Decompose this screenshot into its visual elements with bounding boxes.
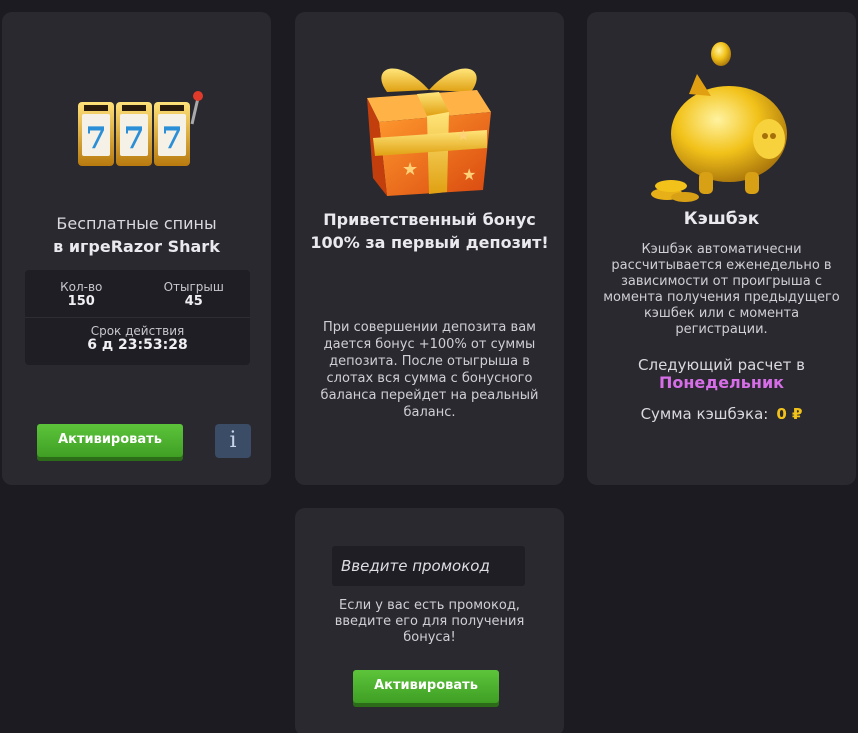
svg-text:★: ★	[457, 128, 470, 144]
promo-code-card: Если у вас есть промокод, введите его дл…	[295, 508, 564, 733]
svg-text:7: 7	[124, 121, 145, 156]
svg-text:7: 7	[162, 121, 183, 156]
svg-text:★: ★	[402, 159, 418, 180]
free-spins-title-line1: Бесплатные спины	[56, 214, 217, 233]
cashback-description: Кэшбэк автоматичесни рассчитывается ежен…	[603, 242, 840, 337]
promo-code-description: Если у вас есть промокод, введите его дл…	[334, 598, 525, 645]
free-spins-title: Бесплатные спины в игреRazor Shark	[2, 212, 271, 258]
spins-stats-box: Кол-во 150 Отыгрыш 45 Срок действия 6 д …	[25, 270, 250, 365]
spins-count-value: 150	[67, 294, 95, 309]
piggy-bank-icon	[649, 34, 797, 204]
activate-promo-button[interactable]: Активировать	[353, 670, 499, 703]
svg-text:★: ★	[462, 165, 476, 184]
wager-label: Отыгрыш	[163, 280, 224, 294]
wager-stat: Отыгрыш 45	[144, 280, 244, 309]
spins-count-stat: Кол-во 150	[31, 280, 131, 309]
info-button[interactable]: i	[215, 424, 251, 458]
promo-code-input[interactable]	[332, 546, 525, 586]
cashback-title: Кэшбэк	[683, 209, 760, 229]
spins-count-label: Кол-во	[60, 280, 103, 294]
next-calculation-label: Следующий расчет в	[638, 356, 805, 374]
validity-label: Срок действия	[90, 324, 185, 338]
welcome-bonus-description: При совершении депозита вам дается бонус…	[320, 320, 539, 420]
validity-stat: Срок действия 6 д 23:53:28	[25, 324, 250, 353]
cashback-card: Кэшбэк Кэшбэк автоматичесни рассчитывает…	[587, 12, 856, 485]
free-spins-card: 7 7 7 Бесплатные спины в игреRazor Shark	[2, 12, 271, 485]
welcome-bonus-title: Приветственный бонус 100% за первый депо…	[310, 210, 549, 252]
cashback-sum-value: 0 ₽	[776, 405, 803, 423]
next-calculation-day: Понедельник	[658, 373, 785, 392]
slot-machine-777-icon: 7 7 7	[74, 84, 209, 174]
svg-text:7: 7	[86, 121, 107, 156]
welcome-bonus-card: ★ ★ ★ Приветственный бонус 100% за первы…	[295, 12, 564, 485]
stats-divider	[25, 317, 250, 318]
cashback-sum-label: Сумма кэшбэка:	[640, 405, 769, 423]
wager-value: 45	[184, 294, 203, 309]
free-spins-game-name: в игреRazor Shark	[53, 237, 220, 256]
cashback-sum-row: Сумма кэшбэка: 0 ₽	[587, 404, 856, 424]
validity-countdown: 6 д 23:53:28	[87, 337, 188, 353]
activate-spins-button[interactable]: Активировать	[37, 424, 183, 457]
gift-box-icon: ★ ★ ★	[357, 50, 502, 198]
